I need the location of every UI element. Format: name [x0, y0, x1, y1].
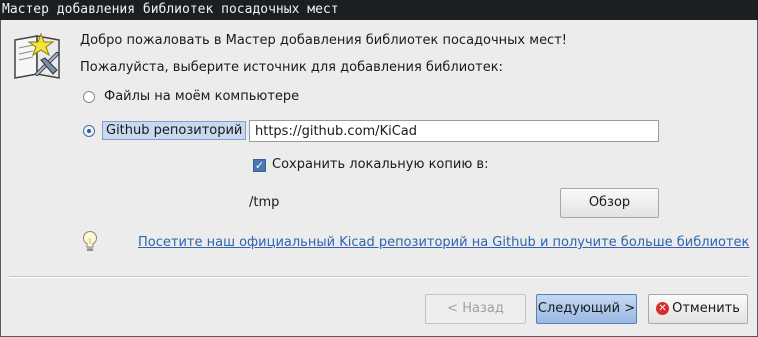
- wizard-window: Добро пожаловать в Мастер добавления биб…: [0, 20, 758, 337]
- window-title: Мастер добавления библиотек посадочных м…: [0, 0, 758, 20]
- back-button[interactable]: < Назад: [425, 294, 526, 324]
- wizard-book-icon: [11, 30, 67, 82]
- welcome-text: Добро пожаловать в Мастер добавления биб…: [80, 33, 567, 48]
- cancel-button-label: Отменить: [672, 301, 740, 316]
- next-button[interactable]: Следующий >: [536, 294, 637, 324]
- radio-github-repo[interactable]: [83, 125, 95, 137]
- cancel-x-icon: ✕: [656, 302, 670, 315]
- radio-github-repo-label[interactable]: Github репозиторий: [102, 121, 247, 140]
- radio-local-files-label[interactable]: Файлы на моём компьютере: [104, 89, 299, 104]
- cancel-button[interactable]: ✕ Отменить: [648, 294, 748, 324]
- footer-separator: [9, 276, 749, 278]
- save-local-copy-checkbox[interactable]: ✓: [253, 159, 266, 172]
- radio-local-files[interactable]: [83, 91, 95, 103]
- github-repo-link[interactable]: Посетите наш официальный Kicad репозитор…: [138, 235, 749, 250]
- local-copy-path: /tmp: [249, 195, 280, 210]
- github-url-input[interactable]: [249, 120, 659, 142]
- lightbulb-icon: [81, 230, 99, 254]
- save-local-copy-label[interactable]: Сохранить локальную копию в:: [272, 157, 488, 172]
- browse-button[interactable]: Обзор: [560, 188, 659, 218]
- source-prompt: Пожалуйста, выберите источник для добавл…: [80, 60, 503, 75]
